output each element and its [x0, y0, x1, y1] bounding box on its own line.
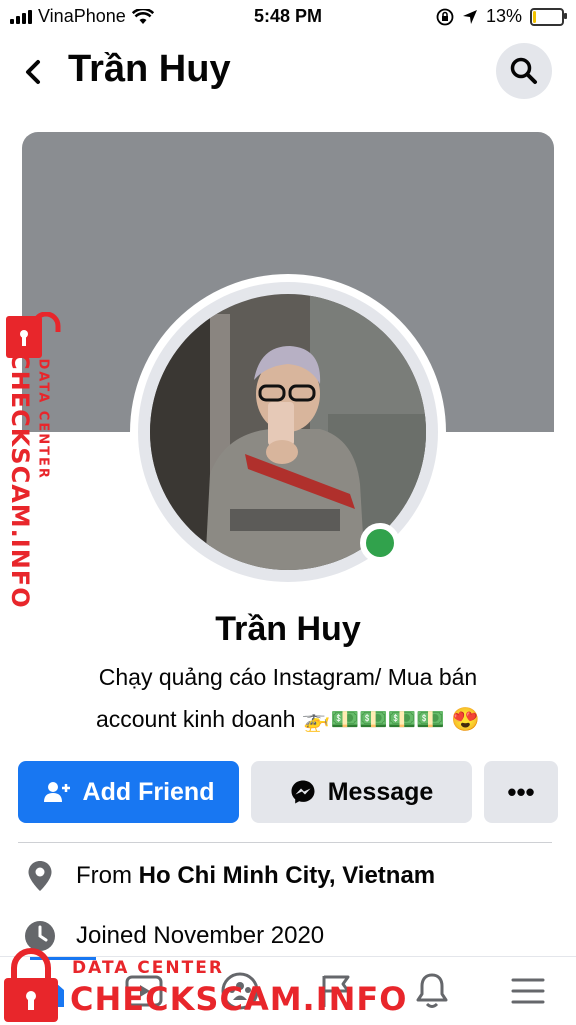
battery-fill: [533, 10, 536, 23]
battery-percent: 13%: [485, 6, 522, 26]
add-friend-label: Add Friend: [82, 777, 215, 806]
battery-icon: [530, 7, 567, 26]
bio-line-2: account kinh doanh 🚁💵💵💵💵 😍: [95, 706, 481, 732]
hometown-prefix: From: [76, 862, 139, 889]
orientation-lock-icon: [436, 8, 454, 25]
status-right: 13%: [436, 6, 567, 27]
watermark-vertical: DATA CENTER CHECKSCAM.INFO: [2, 306, 66, 609]
divider: [18, 842, 552, 843]
messenger-icon: [291, 780, 315, 804]
watermark-small-text: DATA CENTER: [72, 958, 224, 978]
watermark-lock-icon: [4, 948, 58, 1022]
status-bar: VinaPhone 5:48 PM 13%: [0, 0, 576, 34]
watermark-big-text: CHECKSCAM.INFO: [70, 980, 408, 1018]
watermark-big-text: CHECKSCAM.INFO: [6, 352, 34, 609]
watermark-small-text: DATA CENTER: [35, 358, 51, 480]
bio-line-1: Chạy quảng cáo Instagram/ Mua bán: [98, 664, 478, 690]
info-hometown: From Ho Chi Minh City, Vietnam: [24, 858, 435, 894]
add-friend-icon: [43, 782, 70, 802]
location-arrow-icon: [462, 9, 477, 24]
profile-name: Trần Huy: [215, 610, 361, 648]
location-pin-icon: [28, 861, 52, 891]
hometown-text: From Ho Chi Minh City, Vietnam: [76, 862, 435, 890]
search-icon: [510, 57, 537, 84]
search-button[interactable]: [496, 43, 552, 99]
hometown-place[interactable]: Ho Chi Minh City, Vietnam: [139, 862, 435, 889]
profile-header: Trần Huy: [0, 38, 576, 108]
menu-icon: [511, 978, 545, 1004]
message-button[interactable]: Message: [251, 761, 472, 823]
watermark-bottom: DATA CENTER CHECKSCAM.INFO: [0, 946, 406, 1024]
message-label: Message: [327, 777, 434, 806]
page-title: Trần Huy: [68, 48, 231, 90]
profile-bio: Chạy quảng cáo Instagram/ Mua bán accoun…: [40, 656, 536, 740]
chevron-left-icon[interactable]: [18, 52, 48, 92]
more-options-button[interactable]: •••: [484, 761, 558, 823]
notifications-bell-icon: [416, 973, 448, 1008]
online-status-dot: [360, 523, 400, 563]
nav-menu[interactable]: [480, 957, 576, 1025]
add-friend-button[interactable]: Add Friend: [18, 761, 239, 823]
more-dots-icon: •••: [507, 776, 535, 807]
